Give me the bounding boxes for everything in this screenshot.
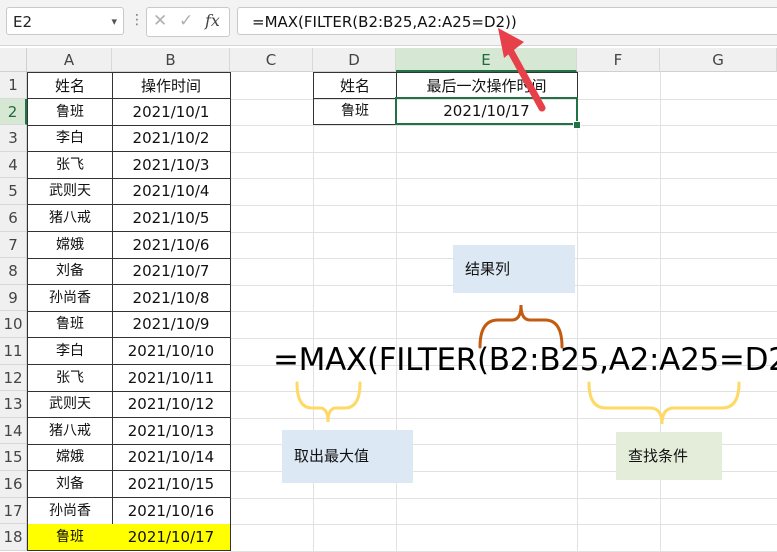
- brace-result-column: [478, 304, 564, 349]
- brace-take-max: [295, 381, 362, 423]
- brace-lookup-condition: [587, 381, 741, 425]
- big-formula: =MAX(FILTER(B2:B25,A2:A25=D2)): [273, 342, 777, 378]
- annotation-braces: [295, 304, 741, 425]
